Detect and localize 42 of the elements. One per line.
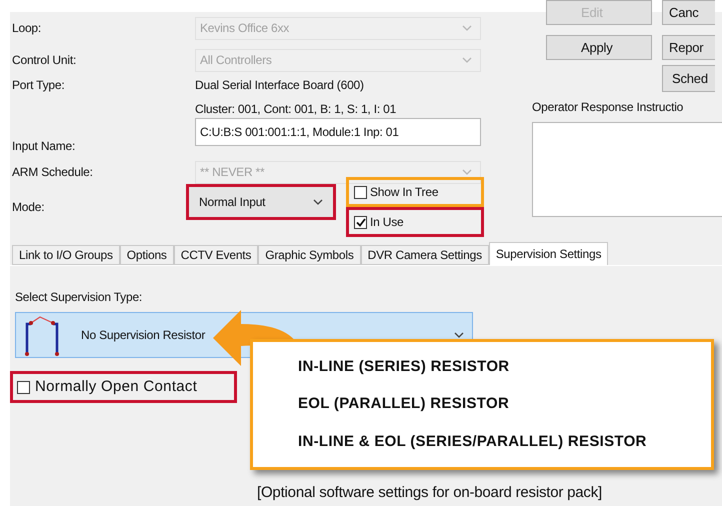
resistor-option[interactable]: IN-LINE (SERIES) RESISTOR bbox=[298, 356, 711, 378]
field-label: Port Type: bbox=[12, 77, 66, 94]
checkbox-row[interactable]: Show In Tree bbox=[346, 177, 484, 207]
port-info-text: Cluster: 001, Cont: 001, B: 1, S: 1, I: 01 bbox=[195, 101, 396, 118]
tab[interactable]: DVR Camera Settings bbox=[360, 245, 489, 265]
supervision-label: Select Supervision Type: bbox=[15, 289, 144, 306]
tab[interactable]: CCTV Events bbox=[174, 245, 258, 265]
footnote-text: [Optional software settings for on-board resistor pack] bbox=[257, 482, 602, 502]
chevron-icon bbox=[313, 199, 323, 205]
field-label: Input Name: bbox=[12, 138, 76, 155]
mode-dropdown[interactable]: Normal Input bbox=[186, 184, 336, 220]
instructions-label: Operator Response Instructio bbox=[532, 99, 684, 116]
field-label: Control Unit: bbox=[12, 52, 78, 69]
port-info-text: Dual Serial Interface Board (600) bbox=[195, 77, 365, 94]
tab[interactable]: Graphic Symbols bbox=[258, 245, 361, 265]
input-field[interactable]: C:U:B:S 001:001:1:1, Module:1 Inp: 01 bbox=[195, 118, 481, 146]
tab[interactable]: Options bbox=[120, 245, 174, 265]
checkbox-row[interactable]: In Use bbox=[346, 207, 484, 237]
resistor-option[interactable]: IN-LINE & EOL (SERIES/PARALLEL) RESISTOR bbox=[298, 430, 711, 454]
tab[interactable]: Link to I/O Groups bbox=[12, 245, 120, 265]
chevron-icon bbox=[454, 332, 464, 338]
form-button[interactable]: Canc bbox=[662, 0, 715, 25]
field-label: Mode: bbox=[12, 199, 46, 216]
checked-checkbox[interactable] bbox=[354, 216, 367, 228]
checkbox[interactable] bbox=[354, 186, 367, 198]
checkbox-label: In Use bbox=[370, 214, 404, 231]
checkbox[interactable] bbox=[17, 380, 30, 394]
field-label: Loop: bbox=[12, 20, 42, 37]
supervision-value: No Supervision Resistor bbox=[81, 327, 206, 344]
form-button[interactable]: Repor bbox=[662, 35, 715, 60]
chevron-icon bbox=[462, 57, 472, 63]
form-button[interactable]: Apply bbox=[546, 35, 652, 60]
tab[interactable]: Supervision Settings bbox=[488, 242, 608, 265]
chevron-icon bbox=[462, 25, 472, 31]
form-button[interactable]: Sched bbox=[662, 65, 715, 92]
contact-checkbox-row[interactable]: Normally Open Contact bbox=[10, 371, 237, 403]
field-label: ARM Schedule: bbox=[12, 164, 94, 181]
circuit-icon bbox=[23, 314, 61, 356]
checkbox-label: Show In Tree bbox=[370, 184, 438, 201]
resistor-option[interactable]: EOL (PARALLEL) RESISTOR bbox=[298, 393, 711, 416]
checkbox-label: Normally Open Contact bbox=[35, 376, 198, 397]
chevron-icon bbox=[462, 169, 472, 175]
